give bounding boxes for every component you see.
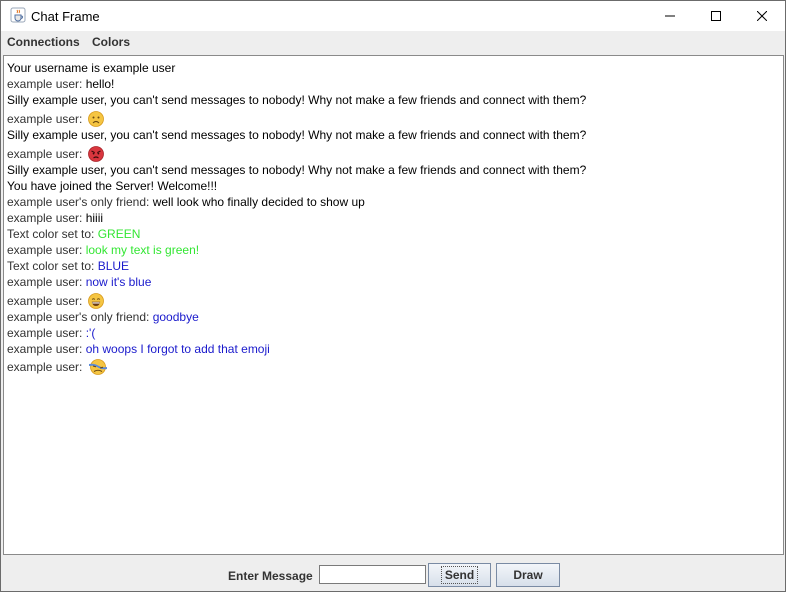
crying-face-emoji-icon (88, 359, 108, 375)
message-text: You have joined the Server! Welcome!!! (7, 179, 218, 193)
send-button-label: Send (440, 566, 479, 584)
message-sender: example user: (7, 77, 86, 91)
message-sender: example user's only friend: (7, 310, 153, 324)
chat-message: example user: (7, 293, 104, 309)
chat-message: Silly example user, you can't send messa… (7, 163, 586, 177)
chat-frame-window: Chat Frame Connections Colors Your usern… (0, 0, 786, 592)
message-sender: example user: (7, 360, 86, 374)
chat-message: example user: (7, 111, 104, 127)
message-text: Silly example user, you can't send messa… (7, 163, 587, 177)
minimize-button[interactable] (647, 1, 693, 31)
draw-button-label: Draw (513, 568, 543, 582)
frowning-face-emoji-icon (87, 111, 104, 127)
enter-message-label: Enter Message (228, 569, 313, 583)
message-sender: example user: (7, 112, 86, 126)
message-bar: Enter Message Send Draw (1, 556, 785, 591)
message-text: GREEN (97, 227, 141, 241)
message-sender: example user: (7, 147, 86, 161)
message-text: Silly example user, you can't send messa… (7, 128, 587, 142)
maximize-icon (711, 11, 721, 21)
message-text: goodbye (152, 310, 199, 324)
message-text: well look who finally decided to show up (152, 195, 365, 209)
chat-message: You have joined the Server! Welcome!!! (7, 179, 217, 193)
chat-message: example user: hello! (7, 77, 114, 91)
minimize-icon (665, 15, 675, 17)
message-text: :'( (85, 326, 96, 340)
menu-connections[interactable]: Connections (7, 35, 80, 49)
message-sender: example user: (7, 243, 86, 257)
chat-message: example user: :'( (7, 326, 95, 340)
message-text: Silly example user, you can't send messa… (7, 93, 587, 107)
message-text: hiiii (85, 211, 104, 225)
menu-bar: Connections Colors (1, 31, 785, 53)
chat-message: Silly example user, you can't send messa… (7, 128, 586, 142)
chat-message: example user: oh woops I forgot to add t… (7, 342, 270, 356)
window-title: Chat Frame (31, 9, 100, 24)
draw-button[interactable]: Draw (496, 563, 560, 587)
chat-message: Text color set to: BLUE (7, 259, 129, 273)
chat-message: example user: (7, 146, 104, 162)
chat-message: Your username is example user (7, 61, 175, 75)
chat-message: Text color set to: GREEN (7, 227, 140, 241)
maximize-button[interactable] (693, 1, 739, 31)
message-text: Your username is example user (7, 61, 176, 75)
message-sender: Text color set to: (7, 227, 98, 241)
message-sender: Text color set to: (7, 259, 98, 273)
angry-face-emoji-icon (87, 146, 104, 162)
message-sender: example user: (7, 294, 86, 308)
close-icon (757, 11, 767, 21)
menu-colors[interactable]: Colors (92, 35, 130, 49)
message-sender: example user: (7, 211, 86, 225)
chat-message: example user: (7, 359, 108, 375)
chat-message: example user: hiiii (7, 211, 103, 225)
message-sender: example user: (7, 342, 86, 356)
java-cup-icon (10, 7, 26, 23)
message-text: now it's blue (85, 275, 152, 289)
message-input[interactable] (319, 565, 426, 584)
message-text: BLUE (97, 259, 130, 273)
chat-history-pane[interactable]: Your username is example user example us… (3, 55, 784, 555)
message-text: look my text is green! (85, 243, 200, 257)
message-sender: example user's only friend: (7, 195, 153, 209)
message-text: oh woops I forgot to add that emoji (85, 342, 270, 356)
send-button[interactable]: Send (428, 563, 491, 587)
chat-message: Silly example user, you can't send messa… (7, 93, 586, 107)
grinning-face-emoji-icon (87, 293, 104, 309)
message-text: hello! (85, 77, 115, 91)
chat-message: example user: now it's blue (7, 275, 151, 289)
chat-message: example user's only friend: well look wh… (7, 195, 365, 209)
close-button[interactable] (739, 1, 785, 31)
chat-message: example user: look my text is green! (7, 243, 199, 257)
chat-message: example user's only friend: goodbye (7, 310, 199, 324)
message-sender: example user: (7, 275, 86, 289)
message-sender: example user: (7, 326, 86, 340)
title-bar[interactable]: Chat Frame (1, 1, 785, 31)
